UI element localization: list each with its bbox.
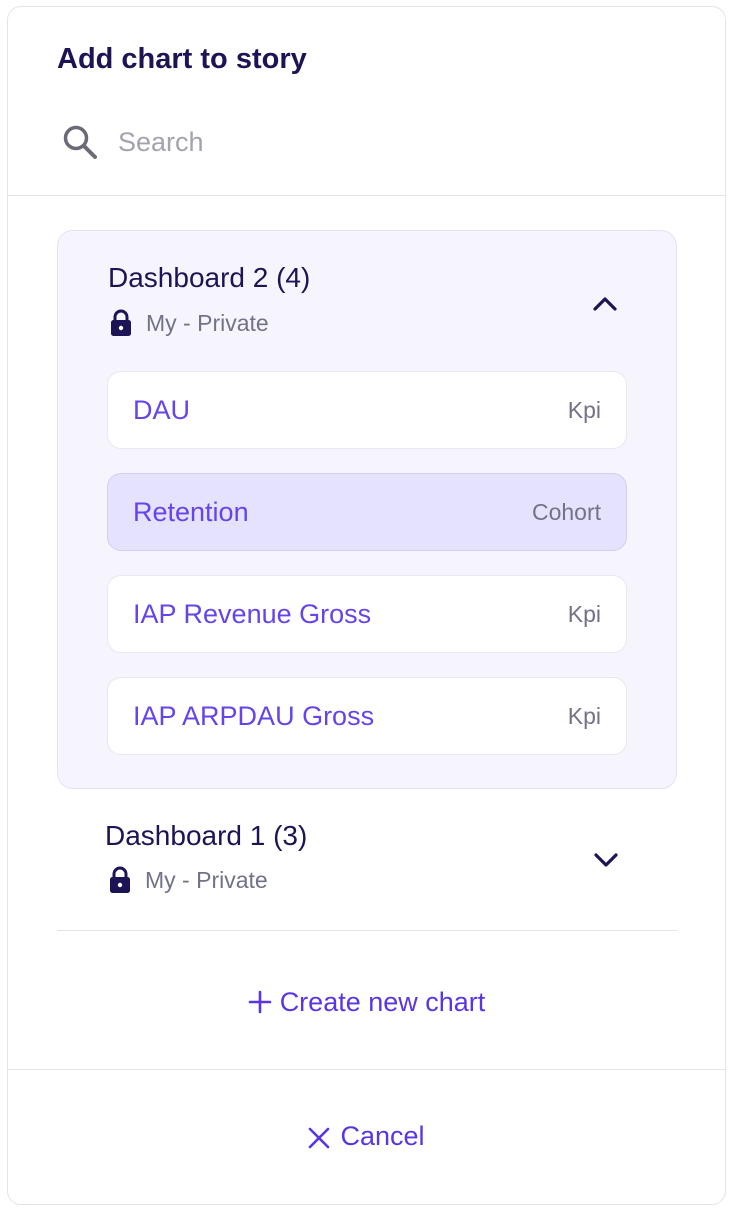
header-divider [8, 195, 725, 196]
chart-type: Kpi [567, 702, 601, 729]
dashboard-group-header[interactable]: Dashboard 2 (4) My - Private [58, 231, 676, 371]
dashboard-visibility: My - Private [110, 309, 269, 337]
dashboard-group-expanded: Dashboard 2 (4) My - Private DAU Kpi Ret… [57, 230, 677, 789]
chart-item-dau[interactable]: DAU Kpi [107, 371, 627, 449]
chart-name: Retention [133, 496, 249, 527]
dashboard-title: Dashboard 1 (3) [105, 820, 308, 851]
footer-divider [8, 1069, 725, 1070]
lock-icon [109, 866, 131, 894]
dashboard-visibility: My - Private [109, 866, 268, 894]
cancel-button[interactable]: Cancel [8, 1111, 725, 1161]
chart-name: IAP ARPDAU Gross [133, 700, 375, 731]
chart-name: DAU [133, 394, 191, 425]
list-divider [57, 930, 677, 931]
chevron-down-icon[interactable] [593, 852, 619, 870]
chart-type: Kpi [567, 600, 601, 627]
lock-icon [110, 309, 132, 337]
chart-item-retention[interactable]: Retention Cohort [107, 473, 627, 551]
add-chart-dialog: Add chart to story Dashboard 2 (4) [7, 6, 726, 1205]
create-new-chart-label: Create new chart [279, 986, 486, 1017]
chart-list: DAU Kpi Retention Cohort IAP Revenue Gro… [107, 371, 627, 779]
search-icon [60, 122, 100, 162]
visibility-label: My - Private [145, 866, 268, 893]
close-icon [308, 1125, 330, 1149]
dialog-title: Add chart to story [57, 43, 307, 75]
create-new-chart-button[interactable]: Create new chart [8, 977, 725, 1027]
visibility-label: My - Private [146, 309, 269, 336]
search-input[interactable] [118, 126, 638, 158]
search-bar[interactable] [60, 119, 660, 165]
chart-name: IAP Revenue Gross [133, 598, 372, 629]
chart-item-iap-revenue-gross[interactable]: IAP Revenue Gross Kpi [107, 575, 627, 653]
plus-icon [248, 990, 272, 1014]
chart-type: Cohort [531, 498, 601, 525]
cancel-label: Cancel [340, 1120, 425, 1151]
dashboard-title: Dashboard 2 (4) [108, 262, 311, 293]
chevron-up-icon[interactable] [592, 294, 618, 312]
chart-type: Kpi [567, 396, 601, 423]
chart-item-iap-arpdau-gross[interactable]: IAP ARPDAU Gross Kpi [107, 677, 627, 755]
dashboard-group-collapsed[interactable]: Dashboard 1 (3) My - Private [57, 802, 677, 932]
